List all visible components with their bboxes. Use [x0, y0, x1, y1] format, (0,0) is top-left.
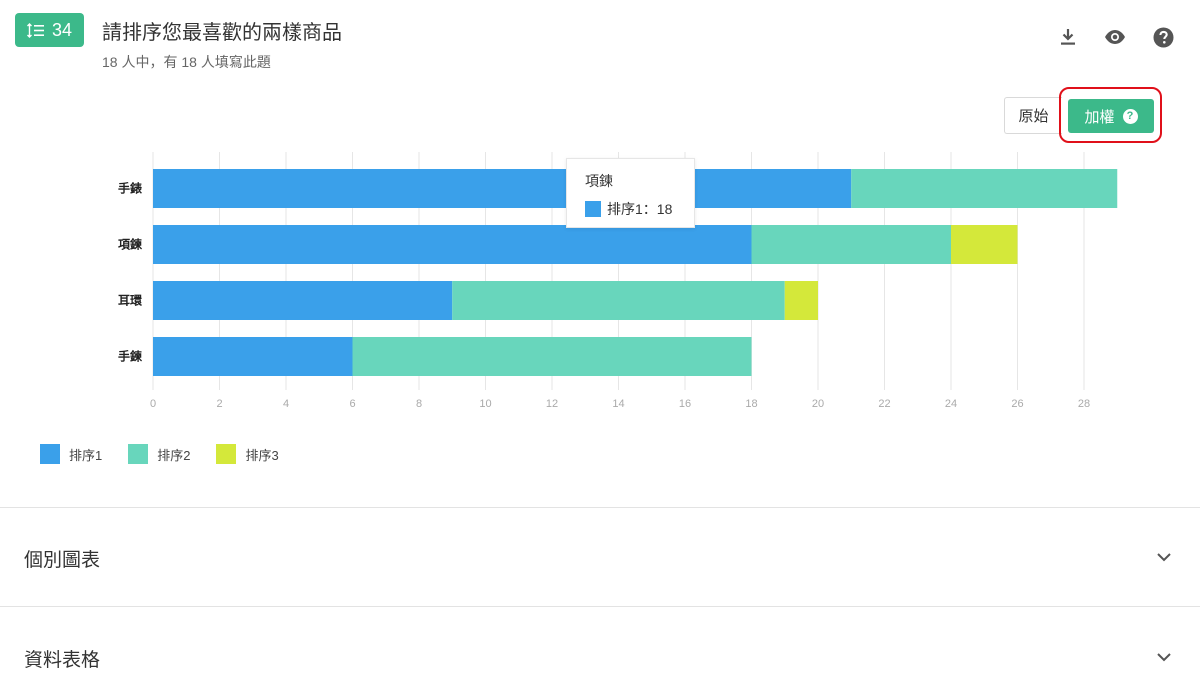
- question-number: 34: [51, 19, 73, 40]
- x-tick-label: 20: [812, 398, 824, 410]
- x-tick-label: 6: [349, 398, 355, 410]
- tooltip-title: 項鍊: [585, 173, 613, 189]
- legend-swatch-rank3: [216, 444, 237, 464]
- sort-list-icon: [26, 22, 44, 38]
- question-title: 請排序您最喜歡的兩樣商品: [102, 22, 342, 44]
- category-label: 手鍊: [118, 349, 143, 364]
- legend-item-rank1[interactable]: 排序1: [40, 444, 102, 464]
- chevron-down-icon[interactable]: [1155, 548, 1173, 566]
- category-label: 項鍊: [118, 237, 143, 252]
- individual-charts-section[interactable]: 個別圖表: [24, 545, 100, 572]
- tooltip-swatch: [585, 201, 601, 217]
- bar-segment-rank1[interactable]: [153, 337, 353, 376]
- legend-label-rank1: 排序1: [69, 447, 103, 463]
- legend-item-rank2[interactable]: 排序2: [128, 444, 190, 464]
- category-label: 手錶: [118, 181, 142, 196]
- weighted-mode-label: 加權: [1084, 108, 1115, 126]
- bar-segment-rank3[interactable]: [951, 225, 1018, 264]
- x-tick-label: 4: [283, 398, 289, 410]
- bar-segment-rank3[interactable]: [784, 281, 818, 320]
- x-tick-label: 8: [416, 398, 422, 410]
- x-tick-label: 16: [679, 398, 691, 410]
- legend-item-rank3[interactable]: 排序3: [216, 444, 279, 464]
- weighted-mode-button[interactable]: 加權 ?: [1068, 99, 1154, 133]
- question-number-badge: 34: [15, 13, 84, 47]
- chart-legend: 排序1 排序2 排序3: [40, 444, 279, 464]
- bar-segment-rank2[interactable]: [751, 225, 952, 264]
- question-circle-icon[interactable]: ?: [1122, 108, 1138, 124]
- section-divider: [0, 507, 1200, 508]
- x-tick-label: 26: [1011, 398, 1023, 410]
- x-tick-label: 22: [878, 398, 890, 410]
- download-icon[interactable]: [1056, 25, 1080, 49]
- x-tick-label: 2: [216, 398, 222, 410]
- legend-label-rank3: 排序3: [245, 447, 279, 463]
- eye-icon[interactable]: [1103, 25, 1127, 49]
- x-tick-label: 14: [612, 398, 624, 410]
- chevron-down-icon[interactable]: [1155, 648, 1173, 666]
- bar-segment-rank1[interactable]: [153, 169, 852, 208]
- legend-label-rank2: 排序2: [157, 447, 191, 463]
- data-table-section[interactable]: 資料表格: [24, 645, 100, 672]
- x-tick-label: 24: [945, 398, 957, 410]
- response-count: 18 人中，有 18 人填寫此題: [102, 54, 271, 70]
- section-divider: [0, 606, 1200, 607]
- help-icon[interactable]: [1151, 25, 1175, 49]
- bar-segment-rank2[interactable]: [452, 281, 785, 320]
- x-tick-label: 10: [479, 398, 491, 410]
- x-tick-label: 18: [745, 398, 757, 410]
- category-label: 耳環: [118, 294, 143, 308]
- tooltip-row: 排序1：18: [585, 199, 694, 219]
- chart-tooltip: 項鍊 排序1：18: [566, 158, 695, 228]
- x-tick-label: 0: [150, 398, 156, 410]
- x-tick-label: 12: [546, 398, 558, 410]
- bar-segment-rank1[interactable]: [153, 281, 453, 320]
- legend-swatch-rank1: [40, 444, 60, 464]
- original-mode-button[interactable]: 原始: [1004, 97, 1062, 134]
- bar-segment-rank2[interactable]: [352, 337, 752, 376]
- tooltip-value: 排序1：18: [607, 201, 673, 217]
- legend-swatch-rank2: [128, 444, 149, 464]
- x-tick-label: 28: [1078, 398, 1090, 410]
- bar-segment-rank2[interactable]: [851, 169, 1118, 208]
- bar-segment-rank1[interactable]: [153, 225, 752, 264]
